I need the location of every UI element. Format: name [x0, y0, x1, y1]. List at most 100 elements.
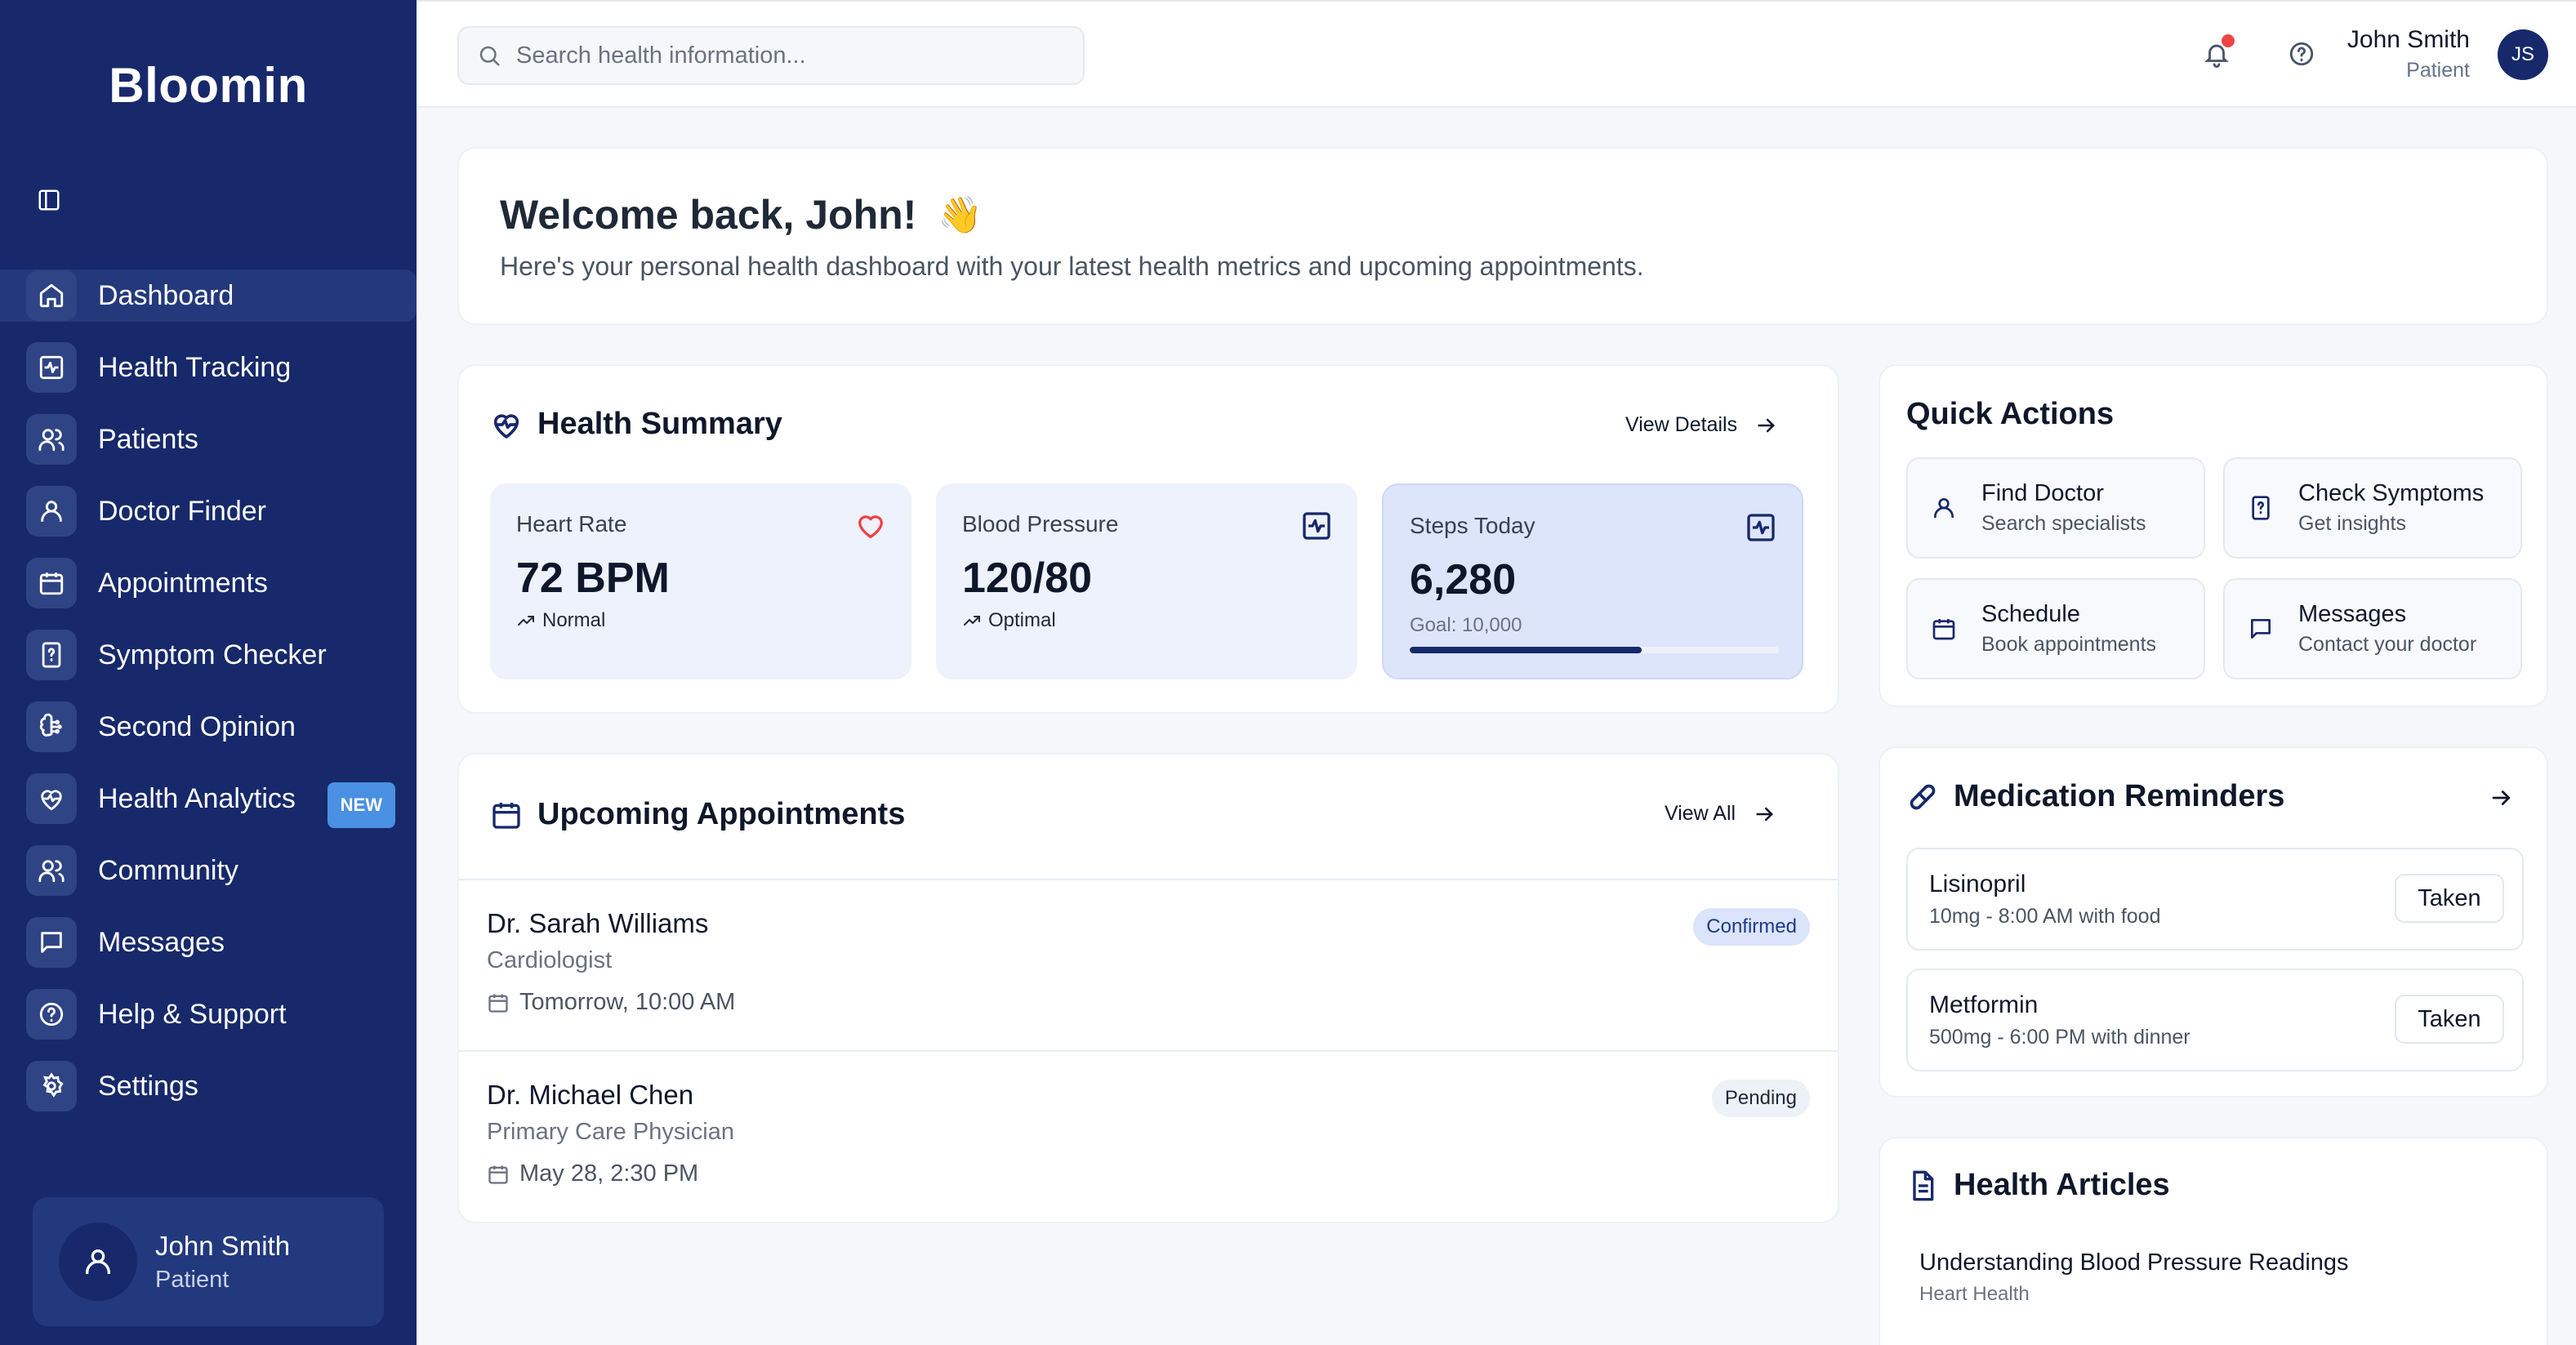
welcome-title: Welcome back, John! [500, 192, 917, 238]
metric-note: Goal: 10,000 [1410, 614, 1522, 636]
sidebar-item-dashboard[interactable]: Dashboard [0, 269, 417, 322]
article-category: Heart Health [1919, 1283, 2030, 1305]
view-all-button[interactable]: View All [1665, 802, 1776, 826]
search-box[interactable] [457, 26, 1085, 85]
notification-bell-icon[interactable] [2194, 31, 2240, 77]
topbar-user[interactable]: John Smith Patient [2347, 26, 2470, 82]
help-circle-icon[interactable] [2279, 31, 2324, 77]
calendar-icon [487, 991, 519, 1014]
schedule-action[interactable]: Schedule Book appointments [1906, 578, 2205, 679]
health-summary-header: Health Summary [490, 407, 782, 442]
activity-square-icon [1300, 510, 1333, 542]
sidebar-item-label: Health Tracking [98, 351, 292, 383]
sidebar-item-community[interactable]: Community [0, 844, 417, 897]
sidebar-item-label: Health Analytics [98, 782, 296, 814]
sidebar-item-second-opinion[interactable]: Second Opinion [0, 701, 417, 753]
view-details-button[interactable]: View Details [1625, 413, 1778, 437]
taken-button[interactable]: Taken [2395, 874, 2504, 923]
sidebar-item-messages[interactable]: Messages [0, 916, 417, 969]
sidebar-item-label: Community [98, 854, 238, 886]
search-input[interactable] [516, 42, 1072, 69]
sidebar-item-label: Messages [98, 926, 225, 958]
metric-note: Optimal [962, 609, 1357, 632]
message-square-icon [2244, 616, 2277, 642]
appointment-item[interactable]: Dr. Michael Chen Primary Care Physician … [487, 1080, 1810, 1187]
calendar-icon [487, 1163, 519, 1186]
welcome-heading: Welcome back, John! 👋 [500, 191, 2547, 238]
topbar-user-name: John Smith [2346, 26, 2470, 53]
file-question-icon [26, 630, 77, 680]
heart-pulse-icon [26, 773, 77, 824]
avatar[interactable]: JS [2498, 29, 2548, 80]
file-text-icon [1906, 1169, 1939, 1202]
metric-value: 120/80 [962, 554, 1093, 602]
check-symptoms-action[interactable]: Check Symptoms Get insights [2223, 457, 2522, 559]
activity-square-icon [1745, 511, 1777, 544]
home-icon [26, 270, 77, 321]
messages-action[interactable]: Messages Contact your doctor [2223, 578, 2522, 679]
action-subtitle: Search specialists [1981, 512, 2146, 535]
welcome-subtitle: Here's your personal health dashboard wi… [500, 252, 1644, 281]
appointment-item[interactable]: Dr. Sarah Williams Cardiologist Tomorrow… [487, 908, 1810, 1016]
medication-reminders-card: Medication Reminders Lisinopril 10mg - 8… [1879, 746, 2548, 1098]
sidebar-user-card[interactable]: John Smith Patient [33, 1197, 384, 1326]
sidebar-user-role: Patient [155, 1266, 230, 1293]
sidebar-item-label: Appointments [98, 567, 268, 599]
action-subtitle: Get insights [2298, 512, 2407, 535]
notification-dot [2222, 34, 2235, 47]
sidebar-item-appointments[interactable]: Appointments [0, 557, 417, 609]
medication-item: Lisinopril 10mg - 8:00 AM with food Take… [1906, 848, 2524, 951]
divider [459, 1050, 1838, 1052]
action-title: Find Doctor [1981, 480, 2104, 506]
brand-logo[interactable]: Bloomin [0, 57, 417, 114]
heart-icon [854, 510, 887, 542]
new-badge: NEW [327, 782, 395, 828]
search-icon [477, 43, 501, 68]
calendar-icon [490, 799, 523, 831]
sidebar-item-doctor-finder[interactable]: Doctor Finder [0, 485, 417, 537]
doctor-specialty: Primary Care Physician [487, 1119, 734, 1145]
sidebar-item-patients[interactable]: Patients [0, 413, 417, 465]
article-title: Understanding Blood Pressure Readings [1919, 1249, 2349, 1276]
arrow-right-icon[interactable] [2489, 786, 2514, 810]
sidebar-item-health-tracking[interactable]: Health Tracking [0, 341, 417, 394]
appointment-time-text: Tomorrow, 10:00 AM [519, 989, 736, 1015]
topbar: John Smith Patient JS [417, 0, 2576, 108]
sidebar-item-symptom-checker[interactable]: Symptom Checker [0, 629, 417, 681]
heart-rate-metric[interactable]: Heart Rate 72 BPM Normal [490, 483, 911, 679]
users-icon [26, 845, 77, 896]
metric-note: Normal [516, 609, 911, 632]
user-icon [1928, 495, 1960, 521]
taken-button[interactable]: Taken [2395, 995, 2504, 1044]
article-item[interactable]: Understanding Blood Pressure Readings He… [1919, 1249, 2349, 1306]
doctor-name: Dr. Sarah Williams [487, 908, 709, 938]
pill-icon [1906, 781, 1939, 813]
topbar-user-role: Patient [2406, 59, 2470, 82]
wave-emoji: 👋 [938, 195, 983, 235]
doctor-specialty: Cardiologist [487, 947, 613, 973]
action-title: Schedule [1981, 601, 2080, 627]
find-doctor-action[interactable]: Find Doctor Search specialists [1906, 457, 2205, 559]
medication-title: Medication Reminders [1954, 779, 2285, 813]
metric-label: Blood Pressure [962, 511, 1119, 537]
health-articles-card: Health Articles Understanding Blood Pres… [1879, 1137, 2548, 1345]
calendar-icon [26, 558, 77, 608]
metric-label: Steps Today [1410, 513, 1535, 538]
blood-pressure-metric[interactable]: Blood Pressure 120/80 Optimal [936, 483, 1357, 679]
metric-label: Heart Rate [516, 511, 627, 537]
sidebar-item-help-support[interactable]: Help & Support [0, 988, 417, 1040]
sidebar-item-label: Settings [98, 1070, 198, 1102]
sidebar-item-health-analytics[interactable]: Health Analytics NEW [0, 773, 417, 828]
status-badge: Pending [1711, 1080, 1810, 1117]
gear-icon [26, 1061, 77, 1111]
metric-value: 6,280 [1410, 556, 1517, 603]
steps-today-metric[interactable]: Steps Today 6,280 Goal: 10,000 [1382, 483, 1803, 679]
metric-note-text: Normal [542, 609, 606, 631]
sidebar-toggle-icon[interactable] [33, 184, 65, 216]
sidebar-item-label: Dashboard [98, 279, 234, 311]
health-summary-title: Health Summary [537, 407, 782, 441]
metric-note-text: Optimal [988, 609, 1056, 631]
sidebar-item-label: Second Opinion [98, 710, 296, 742]
sidebar-item-settings[interactable]: Settings [0, 1060, 417, 1112]
health-summary-card: Health Summary View Details Heart Rate 7… [457, 364, 1839, 714]
